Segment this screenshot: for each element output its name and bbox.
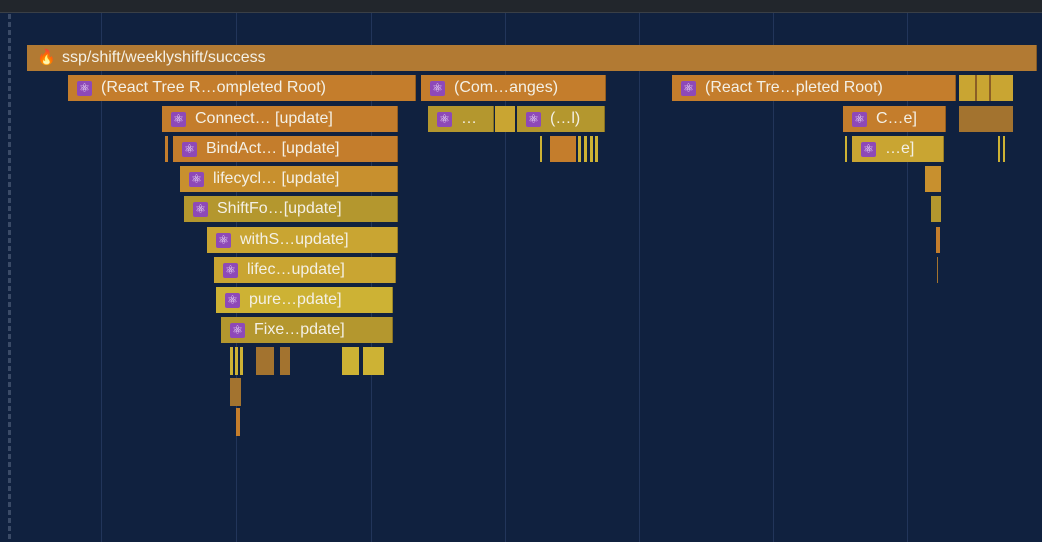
react-icon: ⚛ (225, 292, 240, 308)
flame-bar-small[interactable] (1003, 136, 1005, 162)
flame-bar-small[interactable] (550, 136, 576, 162)
flame-bar-small[interactable] (230, 378, 241, 406)
flame-bar-commit-child-1[interactable]: ⚛ … (428, 106, 494, 132)
react-icon: ⚛ (182, 141, 197, 157)
flame-bar-withs[interactable]: ⚛ withS…update] (207, 227, 398, 253)
flame-bar-small[interactable] (495, 106, 515, 132)
flame-bar-e[interactable]: ⚛ …e] (852, 136, 944, 162)
flame-bar-label: Fixe…pdate] (254, 321, 345, 338)
flame-bar-label: ShiftFo…[update] (217, 200, 342, 217)
flame-bar-small[interactable] (998, 136, 1000, 162)
flame-bar-small[interactable] (936, 227, 940, 253)
react-icon: ⚛ (526, 111, 541, 127)
flame-bar-connect[interactable]: ⚛ Connect… [update] (162, 106, 398, 132)
flame-bar-small[interactable] (235, 347, 238, 375)
react-icon: ⚛ (852, 111, 867, 127)
flame-bar-small[interactable] (256, 347, 274, 375)
flame-bar-small[interactable] (959, 106, 1013, 132)
panel-top-border (0, 0, 1042, 13)
flame-bar-small[interactable] (280, 347, 290, 375)
flame-bar-small[interactable] (540, 136, 542, 162)
flame-bar-react-tree-2[interactable]: ⚛ (React Tre…pleted Root) (672, 75, 956, 101)
flame-bar-small[interactable] (975, 75, 977, 101)
react-icon: ⚛ (223, 262, 238, 278)
flame-bar-small[interactable] (165, 136, 168, 162)
flame-bar-label: (…l) (550, 110, 581, 127)
flame-bar-small[interactable] (578, 136, 581, 162)
flame-bar-small[interactable] (590, 136, 593, 162)
flame-bar-small[interactable] (931, 196, 941, 222)
flame-bar-small[interactable] (845, 136, 847, 162)
flame-bar-small[interactable] (925, 166, 941, 192)
flame-bar-small[interactable] (584, 136, 587, 162)
flame-bar-small[interactable] (595, 136, 598, 162)
flame-bar-small[interactable] (959, 75, 1013, 101)
flame-bar-small[interactable] (363, 347, 384, 375)
flame-bar-label: Connect… [update] (195, 110, 333, 127)
react-icon: ⚛ (230, 322, 245, 338)
flame-bar-small[interactable] (236, 408, 240, 436)
react-icon: ⚛ (77, 80, 92, 96)
flame-icon: 🔥 (37, 49, 56, 66)
flame-bar-commit-child-2[interactable]: ⚛ (…l) (517, 106, 605, 132)
flame-bar-small[interactable] (240, 347, 243, 375)
flame-bar-label: withS…update] (240, 231, 349, 248)
flame-bar-label: … (461, 110, 477, 127)
flame-bar-root[interactable]: 🔥 ssp/shift/weeklyshift/success (27, 45, 1037, 71)
flame-bar-small[interactable] (230, 347, 233, 375)
flame-bar-label: (React Tree R…ompleted Root) (101, 79, 326, 96)
timeline-ruler (8, 14, 11, 542)
react-icon: ⚛ (171, 111, 186, 127)
flame-bar-fixe[interactable]: ⚛ Fixe…pdate] (221, 317, 393, 343)
flame-bar-label: …e] (885, 140, 915, 157)
flame-bar-label: lifecycl… [update] (213, 170, 340, 187)
flame-bar-bindact[interactable]: ⚛ BindAct… [update] (173, 136, 398, 162)
flame-bar-react-tree-1[interactable]: ⚛ (React Tree R…ompleted Root) (68, 75, 416, 101)
flame-bar-small[interactable] (937, 257, 938, 283)
flame-bar-shiftform[interactable]: ⚛ ShiftFo…[update] (184, 196, 398, 222)
flame-bar-label: pure…pdate] (249, 291, 342, 308)
flame-bar-label: BindAct… [update] (206, 140, 340, 157)
react-icon: ⚛ (216, 232, 231, 248)
flame-bar-small[interactable] (989, 75, 991, 101)
flame-bar-pure[interactable]: ⚛ pure…pdate] (216, 287, 393, 313)
react-icon: ⚛ (189, 171, 204, 187)
flame-bar-c-e[interactable]: ⚛ C…e] (843, 106, 946, 132)
flamegraph-panel: 🔥 ssp/shift/weeklyshift/success ⚛ (React… (0, 0, 1042, 542)
react-icon: ⚛ (681, 80, 696, 96)
react-icon: ⚛ (437, 111, 452, 127)
flame-bar-label: (React Tre…pleted Root) (705, 79, 883, 96)
flame-bar-label: lifec…update] (247, 261, 345, 278)
flame-bar-label: C…e] (876, 110, 917, 127)
flame-bar-lifec[interactable]: ⚛ lifec…update] (214, 257, 396, 283)
flame-bar-small[interactable] (342, 347, 359, 375)
flame-bar-commit-changes[interactable]: ⚛ (Com…anges) (421, 75, 606, 101)
react-icon: ⚛ (861, 141, 876, 157)
flame-bar-label: (Com…anges) (454, 79, 559, 96)
flame-bar-lifecycle[interactable]: ⚛ lifecycl… [update] (180, 166, 398, 192)
flame-bar-label: ssp/shift/weeklyshift/success (62, 49, 266, 66)
gridline (639, 13, 640, 542)
react-icon: ⚛ (193, 201, 208, 217)
react-icon: ⚛ (430, 80, 445, 96)
